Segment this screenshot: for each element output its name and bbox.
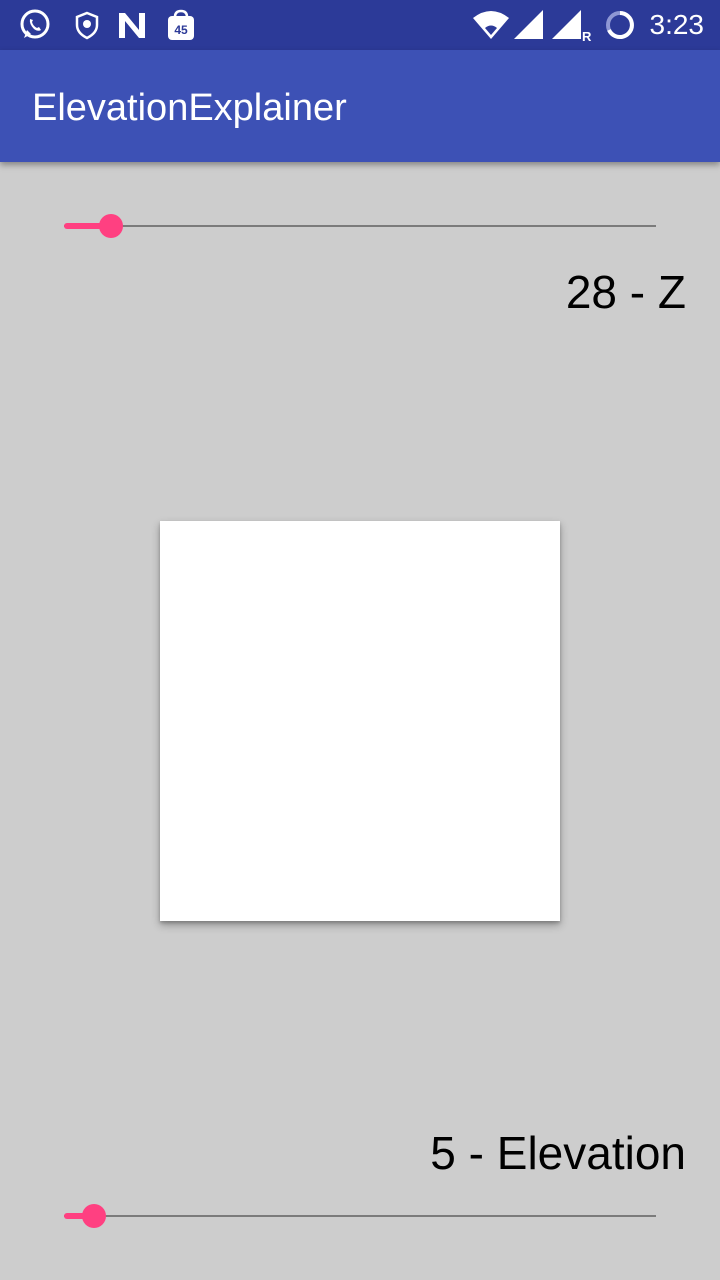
elevation-slider[interactable] (64, 1196, 656, 1236)
z-slider-track[interactable] (64, 225, 656, 227)
shield-icon (75, 11, 99, 40)
n-icon (119, 13, 145, 38)
elevation-slider-track[interactable] (64, 1215, 656, 1217)
signal-roaming-icon: R (552, 10, 592, 42)
z-slider-thumb[interactable] (99, 214, 123, 238)
status-bar: 45 R 3:23 (0, 0, 720, 50)
whatsapp-icon (20, 9, 50, 39)
status-time: 3:23 (649, 9, 705, 40)
z-value-label: 28 - Z (565, 266, 686, 318)
badge-45-icon: 45 (168, 9, 194, 40)
elevation-slider-thumb[interactable] (82, 1204, 106, 1228)
z-slider[interactable] (64, 206, 656, 246)
elevation-value-label: 5 - Elevation (430, 1127, 686, 1179)
app-bar: ElevationExplainer (0, 50, 720, 162)
badge-count: 45 (174, 23, 188, 37)
wifi-icon (473, 11, 509, 39)
battery-circle-icon (606, 11, 634, 39)
roaming-letter: R (582, 29, 592, 42)
elevated-card (160, 521, 560, 921)
app-title: ElevationExplainer (32, 87, 347, 129)
signal-icon (514, 10, 543, 39)
